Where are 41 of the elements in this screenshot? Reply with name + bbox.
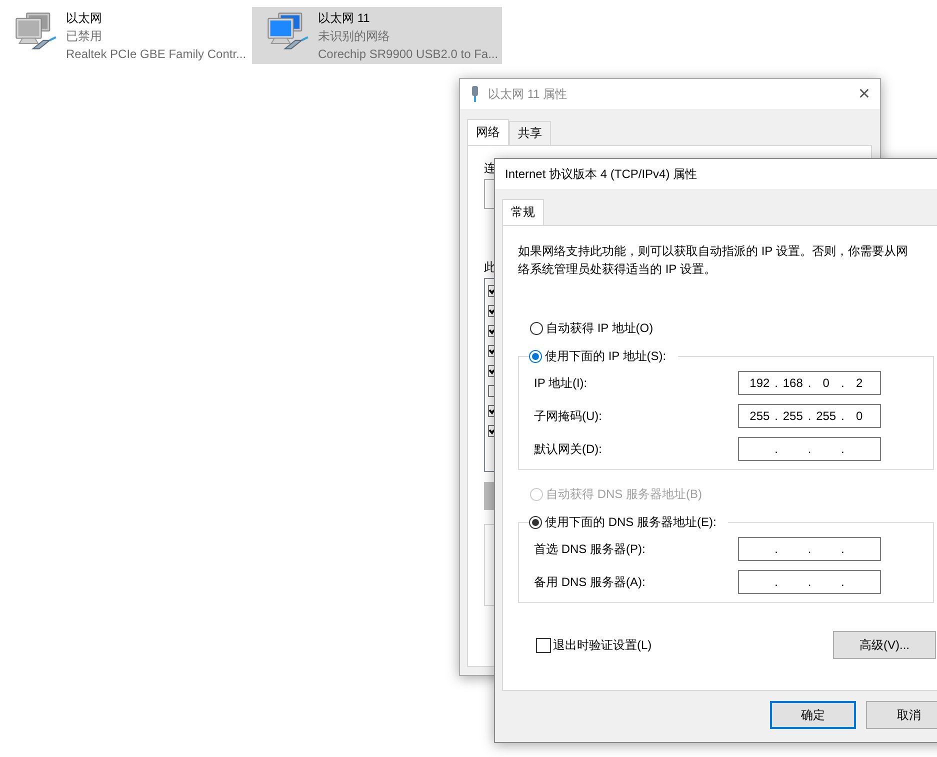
ip-address-field[interactable]: . . . (738, 437, 881, 461)
checkbox[interactable] (488, 325, 494, 337)
tab[interactable]: 共享 (509, 121, 551, 145)
field-label: 默认网关(D): (534, 440, 602, 458)
tab[interactable]: 网络 (467, 119, 509, 145)
checkbox[interactable] (488, 285, 494, 297)
field-label: 备用 DNS 服务器(A): (534, 574, 646, 590)
adapter-device: Corechip SR9900 USB2.0 to Fa... (318, 46, 498, 63)
radio-option[interactable]: 自动获得 IP 地址(O) (530, 320, 654, 337)
adapter-name: 以太网 (66, 10, 103, 27)
description-text: 如果网络支持此功能，则可以获取自动指派的 IP 设置。否则，你需要从网络系统管理员处获得适当的 IP 设置。 (518, 243, 909, 278)
checkbox[interactable] (488, 345, 494, 357)
adapter-device: Realtek PCIe GBE Family Contr... (66, 46, 246, 63)
field-label: 首选 DNS 服务器(P): (534, 540, 646, 558)
close-button[interactable]: × (858, 82, 870, 106)
radio-option[interactable]: 使用下面的 IP 地址(S): (529, 348, 678, 365)
adapter-status: 未识别的网络 (318, 28, 391, 45)
cancel-button[interactable]: 取消 (866, 701, 937, 729)
ip-address-field[interactable]: 192 . 168 . 0 . 2 (738, 371, 881, 395)
ip-address-field[interactable]: 255 . 255 . 255 . 0 (738, 404, 881, 428)
field-label: IP 地址(I): (534, 374, 588, 392)
ok-button[interactable]: 确定 (770, 701, 856, 729)
checkbox[interactable] (488, 365, 494, 377)
checkbox[interactable] (488, 405, 494, 417)
adapter-status: 已禁用 (66, 28, 103, 45)
field-label: 子网掩码(U): (534, 408, 602, 424)
window-title: Internet 协议版本 4 (TCP/IPv4) 属性 (505, 166, 698, 182)
checkbox[interactable] (488, 425, 494, 437)
ip-address-field[interactable]: . . . (738, 570, 881, 594)
checkbox[interactable] (488, 385, 494, 397)
advanced-button[interactable]: 高级(V)... (833, 631, 936, 659)
radio-option[interactable]: 使用下面的 DNS 服务器地址(E): (529, 514, 728, 531)
adapter-name: 以太网 11 (318, 10, 371, 27)
network-adapter[interactable]: 以太网 已禁用 Realtek PCIe GBE Family Contr... (0, 7, 250, 64)
validate-checkbox[interactable]: 退出时验证设置(L) (536, 636, 652, 654)
ip-address-field[interactable]: . . . (738, 537, 881, 561)
window-title: 以太网 11 属性 (488, 86, 568, 102)
checkbox[interactable] (488, 305, 494, 317)
network-adapter[interactable]: 以太网 11 未识别的网络 Corechip SR9900 USB2.0 to Fa... (252, 7, 502, 64)
plug-icon (470, 85, 480, 103)
tab[interactable]: 常规 (502, 199, 544, 225)
